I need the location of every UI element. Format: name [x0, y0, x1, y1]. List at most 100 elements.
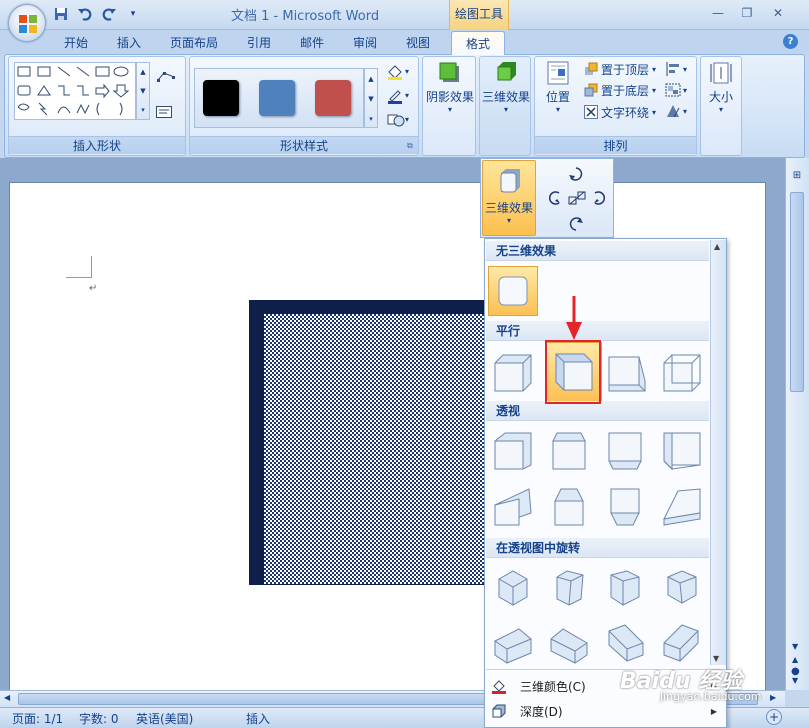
status-insert-mode[interactable]: 插入	[246, 710, 270, 727]
menu-item-3d-color-label: 三维颜色(C)	[520, 679, 586, 694]
shape-outline-icon[interactable]: ▾	[386, 88, 412, 104]
position-button[interactable]: 位置 ▾	[538, 60, 578, 114]
gallery-scrollbar[interactable]: ▲ ▼	[710, 240, 726, 665]
scroll-down-icon[interactable]: ▼	[792, 642, 798, 651]
tab-references[interactable]: 引用	[247, 32, 271, 52]
text-box-icon[interactable]	[156, 106, 172, 118]
vertical-scroll-thumb[interactable]	[790, 192, 804, 392]
shape-styles-launcher-icon[interactable]: ⧉	[407, 141, 413, 151]
3d-effects-dropdown-label: 三维效果	[484, 201, 533, 215]
group-objects-icon[interactable]: ▾	[665, 82, 691, 98]
perspective-option-3[interactable]	[600, 426, 650, 476]
ruler-toggle-icon[interactable]: ⊞	[789, 170, 805, 186]
cube-icon	[498, 570, 528, 606]
vertical-scrollbar[interactable]: ⊞ ▼ ▲ ● ▼	[785, 158, 809, 690]
section-header-rotate-perspective: 在透视图中旋转	[486, 538, 709, 558]
perspective-option-7[interactable]	[600, 482, 650, 532]
send-to-back-label: 置于底层	[601, 83, 650, 98]
save-icon[interactable]	[52, 5, 70, 23]
tab-format[interactable]: 格式	[451, 31, 505, 55]
customize-toolbar-icon[interactable]: ▾	[124, 5, 142, 23]
cube-icon	[494, 488, 532, 526]
close-button[interactable]: ✕	[767, 4, 789, 22]
change-shape-icon[interactable]: ▾	[386, 112, 412, 128]
3d-toggle-icon[interactable]	[568, 190, 586, 206]
gallery-scroll-down-icon[interactable]: ▼	[713, 654, 719, 663]
previous-page-icon[interactable]: ▲	[792, 655, 798, 664]
cube-icon	[610, 570, 640, 606]
depth-icon	[492, 704, 506, 718]
shape-fill-icon[interactable]: ▾	[386, 64, 412, 80]
shapes-gallery-scroll[interactable]: ▲ ▼ ▾	[136, 62, 150, 120]
tilt-left-icon[interactable]	[545, 190, 563, 206]
svg-text:▾: ▾	[683, 65, 687, 74]
zoom-in-icon[interactable]: +	[766, 709, 782, 725]
perspective-option-6[interactable]	[544, 482, 594, 532]
next-page-icon[interactable]: ▼	[792, 676, 798, 685]
undo-icon[interactable]	[76, 5, 94, 23]
rotate-option-8[interactable]	[657, 618, 707, 668]
size-icon	[710, 62, 732, 84]
perspective-option-4[interactable]	[657, 426, 707, 476]
scroll-right-icon[interactable]: ▶	[770, 693, 776, 702]
size-button[interactable]: 大小 ▾	[702, 60, 740, 114]
perspective-option-1[interactable]	[488, 426, 538, 476]
scroll-left-icon[interactable]: ◀	[4, 693, 10, 702]
text-wrap-button[interactable]: 文字环绕 ▾	[584, 102, 656, 122]
rotate-option-3[interactable]	[600, 562, 650, 612]
parallel-option-3[interactable]	[602, 348, 652, 398]
rotate-option-4[interactable]	[657, 562, 707, 612]
rotate-option-6[interactable]	[544, 618, 594, 668]
perspective-option-8[interactable]	[657, 482, 707, 532]
3d-effects-ribbon-button[interactable]: 三维效果 ▾	[480, 60, 532, 114]
tab-mailings[interactable]: 邮件	[300, 32, 324, 52]
rotate-option-7[interactable]	[600, 618, 650, 668]
redo-icon[interactable]	[100, 5, 118, 23]
style-swatch-red[interactable]	[315, 80, 351, 116]
shape-styles-scroll[interactable]: ▲ ▼ ▾	[364, 68, 378, 128]
style-swatch-blue[interactable]	[259, 80, 295, 116]
align-icon[interactable]: ▾	[665, 61, 691, 77]
perspective-option-2[interactable]	[544, 426, 594, 476]
3d-effects-dropdown-button[interactable]: 三维效果 ▾	[482, 160, 536, 236]
rotate-icon[interactable]: ▾	[665, 103, 691, 119]
size-label: 大小	[708, 90, 733, 104]
help-icon[interactable]: ?	[783, 34, 798, 49]
office-button[interactable]	[8, 4, 46, 42]
style-swatch-black[interactable]	[203, 80, 239, 116]
parallel-option-4[interactable]	[657, 348, 707, 398]
tab-review[interactable]: 审阅	[353, 32, 377, 52]
3d-shape-front[interactable]	[264, 314, 494, 584]
status-page[interactable]: 页面: 1/1	[12, 710, 63, 727]
gallery-scroll-up-icon[interactable]: ▲	[714, 242, 720, 251]
bring-to-front-caret-icon: ▾	[652, 64, 657, 74]
3d-none-option[interactable]	[488, 266, 538, 316]
minimize-button[interactable]: —	[707, 4, 729, 22]
section-header-perspective: 透视	[486, 401, 709, 421]
rotate-option-1[interactable]	[488, 562, 538, 612]
tilt-down-icon[interactable]	[568, 214, 584, 232]
shapes-gallery[interactable]	[14, 62, 136, 120]
send-to-back-button[interactable]: 置于底层 ▾	[584, 80, 656, 100]
tab-view[interactable]: 视图	[406, 32, 430, 52]
status-language[interactable]: 英语(美国)	[136, 710, 193, 727]
rotate-option-2[interactable]	[544, 562, 594, 612]
cube-wireframe-icon	[663, 354, 701, 392]
cube-icon	[663, 432, 701, 471]
rotate-option-5[interactable]	[488, 618, 538, 668]
tilt-right-icon[interactable]	[591, 190, 609, 206]
tab-page-layout[interactable]: 页面布局	[170, 32, 218, 52]
context-tab-group-label: 绘图工具	[454, 7, 503, 21]
shadow-effects-button[interactable]: 阴影效果 ▾	[424, 60, 476, 114]
perspective-option-5[interactable]	[488, 482, 538, 532]
status-word-count[interactable]: 字数: 0	[79, 710, 119, 727]
bring-to-front-button[interactable]: 置于顶层 ▾	[584, 59, 656, 79]
restore-button[interactable]: ❐	[736, 4, 758, 22]
tab-home[interactable]: 开始	[64, 32, 88, 52]
shadow-effects-label: 阴影效果	[425, 90, 474, 104]
tab-insert[interactable]: 插入	[117, 32, 141, 52]
parallel-option-1[interactable]	[488, 348, 538, 398]
tilt-up-icon[interactable]	[568, 166, 584, 184]
edit-shape-icon[interactable]	[156, 70, 176, 84]
red-arrow-annotation	[566, 296, 582, 342]
